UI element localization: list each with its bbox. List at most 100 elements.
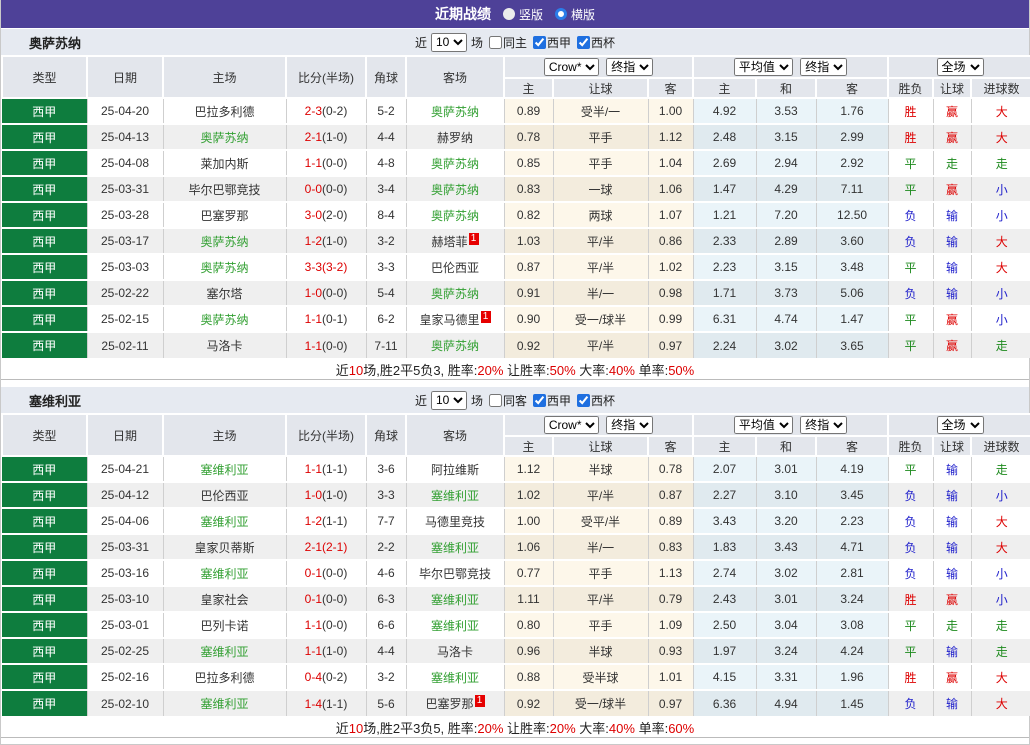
same-venue-filter[interactable]: 同主 <box>485 34 527 51</box>
final-odds-select[interactable]: 终指 <box>606 416 653 434</box>
average-select[interactable]: 平均值 <box>734 58 793 76</box>
handicap-select-group: Crow* 终指 <box>504 56 693 78</box>
cup-checkbox[interactable] <box>577 36 590 49</box>
match-row: 西甲 25-02-10 塞维利亚 1-4(1-1) 5-6 巴塞罗那1 0.92… <box>2 690 1030 716</box>
league-filter[interactable]: 西甲 <box>529 392 571 409</box>
corner-score: 3-2 <box>366 228 406 254</box>
summary-stat-value: 20% <box>477 363 503 378</box>
result-over-under: 小 <box>971 306 1030 332</box>
home-team: 塞维利亚 <box>163 690 286 716</box>
same-venue-checkbox[interactable] <box>489 394 502 407</box>
filter-controls: 近 10 场 同主 西甲 西杯 <box>415 33 615 52</box>
result-handicap: 赢 <box>933 176 971 202</box>
result-handicap: 赢 <box>933 124 971 150</box>
league-checkbox[interactable] <box>533 36 546 49</box>
result-handicap: 走 <box>933 150 971 176</box>
score-cell: 1-1(1-0) <box>286 638 366 664</box>
final-odds-select-2[interactable]: 终指 <box>800 416 847 434</box>
sub-col-handicap: 让球 <box>553 436 648 456</box>
result-win-draw-lose: 胜 <box>888 98 933 124</box>
avg-home-odds: 2.33 <box>693 228 756 254</box>
away-team-name: 奥萨苏纳 <box>431 105 479 119</box>
bookmaker-select[interactable]: Crow* <box>544 416 599 434</box>
avg-home-odds: 2.27 <box>693 482 756 508</box>
handicap-away-odds: 1.12 <box>648 124 693 150</box>
full-time-score: 1-1 <box>305 644 322 658</box>
league-badge: 西甲 <box>2 332 87 358</box>
summary-stat-value: 10 <box>349 721 363 736</box>
result-over-under: 走 <box>971 638 1030 664</box>
avg-draw-odds: 3.24 <box>756 638 816 664</box>
full-time-score: 1-1 <box>305 618 322 632</box>
radio-selected-icon[interactable] <box>555 8 567 20</box>
handicap-away-odds: 0.97 <box>648 332 693 358</box>
away-team: 阿拉维斯 <box>406 456 504 482</box>
handicap-line: 受平/半 <box>553 508 648 534</box>
match-date: 25-03-10 <box>87 586 163 612</box>
league-filter[interactable]: 西甲 <box>529 34 571 51</box>
result-handicap: 输 <box>933 280 971 306</box>
summary-text: 单率: <box>635 721 668 736</box>
same-venue-label: 同客 <box>503 392 527 409</box>
average-select[interactable]: 平均值 <box>734 416 793 434</box>
away-team-name: 赫塔菲 <box>431 235 467 249</box>
avg-home-odds: 2.48 <box>693 124 756 150</box>
result-win-draw-lose: 负 <box>888 690 933 716</box>
score-cell: 1-1(0-0) <box>286 150 366 176</box>
match-row: 西甲 25-02-16 巴拉多利德 0-4(0-2) 3-2 塞维利亚 0.88… <box>2 664 1030 690</box>
result-win-draw-lose: 胜 <box>888 664 933 690</box>
score-cell: 1-1(0-0) <box>286 612 366 638</box>
handicap-away-odds: 0.97 <box>648 690 693 716</box>
home-team: 奥萨苏纳 <box>163 228 286 254</box>
summary-stat-value: 50% <box>550 363 576 378</box>
avg-home-odds: 2.23 <box>693 254 756 280</box>
match-date: 25-03-01 <box>87 612 163 638</box>
sub-col-away-odds: 客 <box>648 436 693 456</box>
away-team: 马德里竞技 <box>406 508 504 534</box>
handicap-home-odds: 1.02 <box>504 482 553 508</box>
result-win-draw-lose: 胜 <box>888 586 933 612</box>
near-label: 近 <box>415 392 427 409</box>
scope-select[interactable]: 全场 <box>937 416 984 434</box>
away-team-name: 阿拉维斯 <box>431 463 479 477</box>
result-handicap: 赢 <box>933 664 971 690</box>
avg-away-odds: 4.24 <box>816 638 888 664</box>
score-cell: 3-0(2-0) <box>286 202 366 228</box>
handicap-home-odds: 0.88 <box>504 664 553 690</box>
rounds-select[interactable]: 10 <box>431 33 467 52</box>
final-odds-select[interactable]: 终指 <box>606 58 653 76</box>
match-row: 西甲 25-02-25 塞维利亚 1-1(1-0) 4-4 马洛卡 0.96 半… <box>2 638 1030 664</box>
away-team-name: 巴伦西亚 <box>431 261 479 275</box>
away-team: 巴塞罗那1 <box>406 690 504 716</box>
match-row: 西甲 25-03-31 毕尔巴鄂竞技 0-0(0-0) 3-4 奥萨苏纳 0.8… <box>2 176 1030 202</box>
summary-text: 近 <box>336 721 349 736</box>
full-time-score: 1-2 <box>305 234 322 248</box>
cup-filter[interactable]: 西杯 <box>573 34 615 51</box>
avg-draw-odds: 4.94 <box>756 690 816 716</box>
col-home: 主场 <box>163 414 286 456</box>
league-checkbox[interactable] <box>533 394 546 407</box>
result-over-under: 大 <box>971 690 1030 716</box>
rounds-select[interactable]: 10 <box>431 391 467 410</box>
layout-radio-vertical[interactable]: 竖版 <box>503 6 543 23</box>
bookmaker-select[interactable]: Crow* <box>544 58 599 76</box>
home-team: 奥萨苏纳 <box>163 124 286 150</box>
sub-col-goals-result: 进球数 <box>971 78 1030 98</box>
radio-unselected-icon[interactable] <box>503 8 515 20</box>
corner-score: 3-3 <box>366 254 406 280</box>
match-date: 25-04-08 <box>87 150 163 176</box>
same-venue-checkbox[interactable] <box>489 36 502 49</box>
cup-checkbox[interactable] <box>577 394 590 407</box>
match-row: 西甲 25-03-03 奥萨苏纳 3-3(3-2) 3-3 巴伦西亚 0.87 … <box>2 254 1030 280</box>
cup-filter[interactable]: 西杯 <box>573 392 615 409</box>
summary-text: 让胜率: <box>503 363 549 378</box>
final-odds-select-2[interactable]: 终指 <box>800 58 847 76</box>
layout-radio-horizontal[interactable]: 横版 <box>555 6 595 23</box>
home-team: 塞维利亚 <box>163 456 286 482</box>
scope-select[interactable]: 全场 <box>937 58 984 76</box>
away-team-name: 巴塞罗那 <box>425 697 473 711</box>
match-row: 西甲 25-04-08 莱加内斯 1-1(0-0) 4-8 奥萨苏纳 0.85 … <box>2 150 1030 176</box>
same-venue-filter[interactable]: 同客 <box>485 392 527 409</box>
corner-score: 4-4 <box>366 638 406 664</box>
corner-score: 5-2 <box>366 98 406 124</box>
